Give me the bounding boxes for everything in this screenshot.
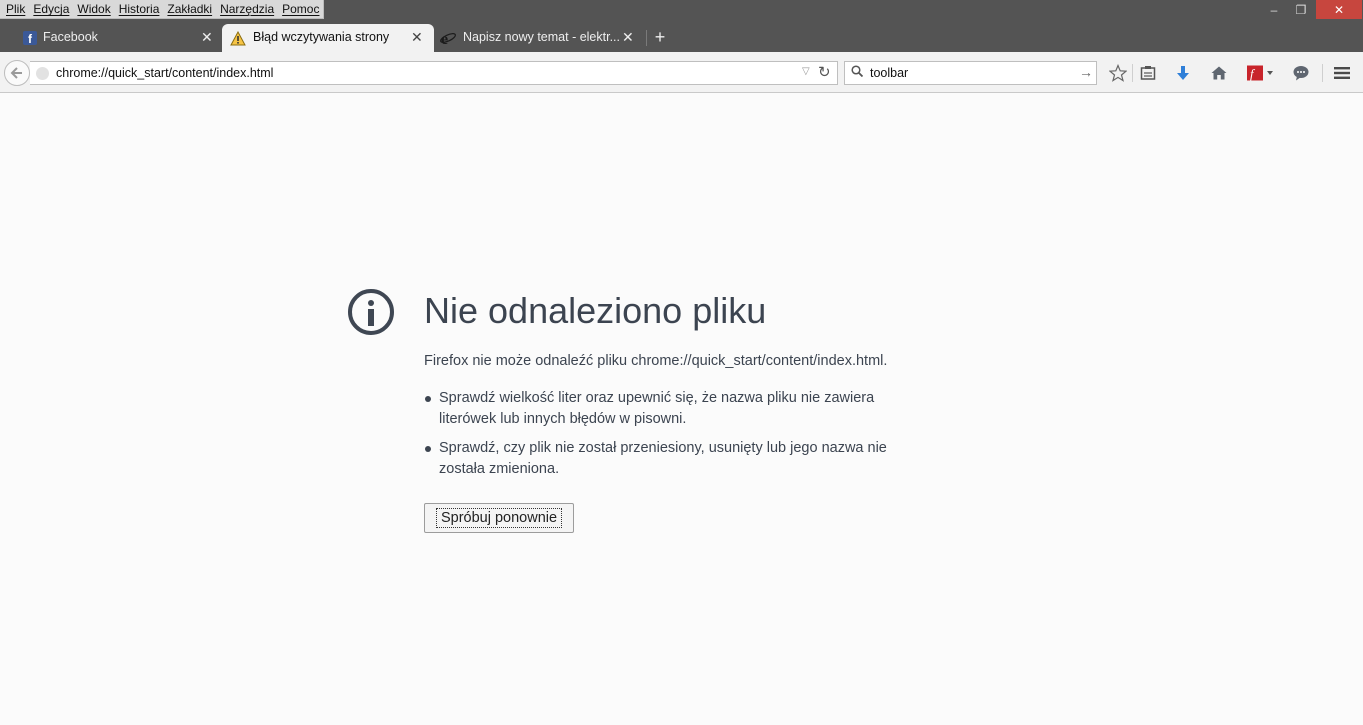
retry-label: Spróbuj ponownie (435, 508, 563, 528)
bookmark-star-icon[interactable] (1108, 64, 1128, 82)
menu-icon[interactable] (1332, 64, 1352, 82)
search-bar[interactable]: toolbar → (844, 61, 1097, 85)
tab-facebook[interactable]: f Facebook ✕ (0, 24, 222, 52)
home-icon[interactable] (1209, 64, 1229, 82)
tab-strip: f Facebook ✕ Błąd wczytywania strony ✕ e… (0, 24, 1363, 52)
close-icon: ✕ (1333, 2, 1345, 17)
menu-file[interactable]: Plik (2, 0, 29, 18)
flash-icon[interactable]: f (1244, 64, 1276, 82)
tab-close-button[interactable]: ✕ (622, 29, 634, 46)
chat-icon[interactable] (1291, 64, 1311, 82)
back-button[interactable] (4, 60, 30, 86)
menu-help[interactable]: Pomoc (278, 0, 323, 18)
tab-title: Błąd wczytywania strony (253, 30, 390, 44)
menu-tools[interactable]: Narzędzia (216, 0, 278, 18)
minimize-icon: – (1270, 2, 1278, 17)
new-tab-button[interactable]: + (652, 28, 668, 46)
close-window-button[interactable]: ✕ (1316, 0, 1362, 19)
url-text[interactable]: chrome://quick_start/content/index.html (56, 66, 273, 80)
menu-bar: Plik Edycja Widok Historia Zakładki Narz… (0, 0, 325, 19)
toolbar-separator (1132, 64, 1133, 82)
maximize-button[interactable]: ❐ (1288, 0, 1314, 19)
menu-bookmarks[interactable]: Zakładki (163, 0, 216, 18)
ie-icon: e (440, 30, 456, 46)
download-icon[interactable] (1173, 64, 1193, 82)
reload-icon[interactable]: ↻ (818, 63, 831, 81)
search-icon[interactable] (851, 65, 864, 80)
history-dropdown-icon[interactable]: ▽ (802, 66, 810, 77)
search-go-icon[interactable]: → (1079, 64, 1093, 80)
error-title: Nie odnaleziono pliku (424, 290, 767, 331)
suggestion-text: Sprawdź, czy plik nie został przeniesion… (439, 440, 887, 477)
reading-list-icon[interactable] (1138, 64, 1158, 82)
tab-close-button[interactable]: ✕ (201, 29, 213, 46)
facebook-icon: f (22, 30, 38, 46)
error-suggestions: Sprawdź wielkość liter oraz upewnić się,… (424, 388, 924, 488)
error-description: Firefox nie może odnaleźć pliku chrome:/… (424, 353, 888, 369)
warning-icon (230, 30, 246, 46)
search-input[interactable]: toolbar (870, 66, 908, 80)
maximize-icon: ❐ (1295, 2, 1307, 17)
menu-edit[interactable]: Edycja (29, 0, 73, 18)
toolbar-separator (1322, 64, 1323, 82)
tab-separator (646, 30, 647, 46)
menu-history[interactable]: Historia (115, 0, 164, 18)
tab-title: Napisz nowy temat - elektr... (463, 30, 621, 44)
tab-napisz-temat[interactable]: e Napisz nowy temat - elektr... ✕ (434, 24, 646, 52)
info-icon (348, 289, 394, 335)
list-item: Sprawdź wielkość liter oraz upewnić się,… (424, 388, 924, 430)
tab-title: Facebook (43, 30, 98, 44)
url-bar[interactable]: chrome://quick_start/content/index.html … (30, 61, 838, 85)
list-item: Sprawdź, czy plik nie został przeniesion… (424, 438, 924, 480)
retry-button[interactable]: Spróbuj ponownie (424, 503, 574, 533)
tab-error-page[interactable]: Błąd wczytywania strony ✕ (222, 24, 434, 52)
navigation-toolbar: chrome://quick_start/content/index.html … (0, 52, 1363, 93)
minimize-button[interactable]: – (1260, 0, 1288, 19)
suggestion-text: Sprawdź wielkość liter oraz upewnić się,… (439, 390, 875, 427)
site-identity-icon[interactable] (36, 67, 49, 80)
tab-close-button[interactable]: ✕ (411, 29, 423, 46)
menu-view[interactable]: Widok (73, 0, 114, 18)
back-icon (10, 67, 22, 79)
